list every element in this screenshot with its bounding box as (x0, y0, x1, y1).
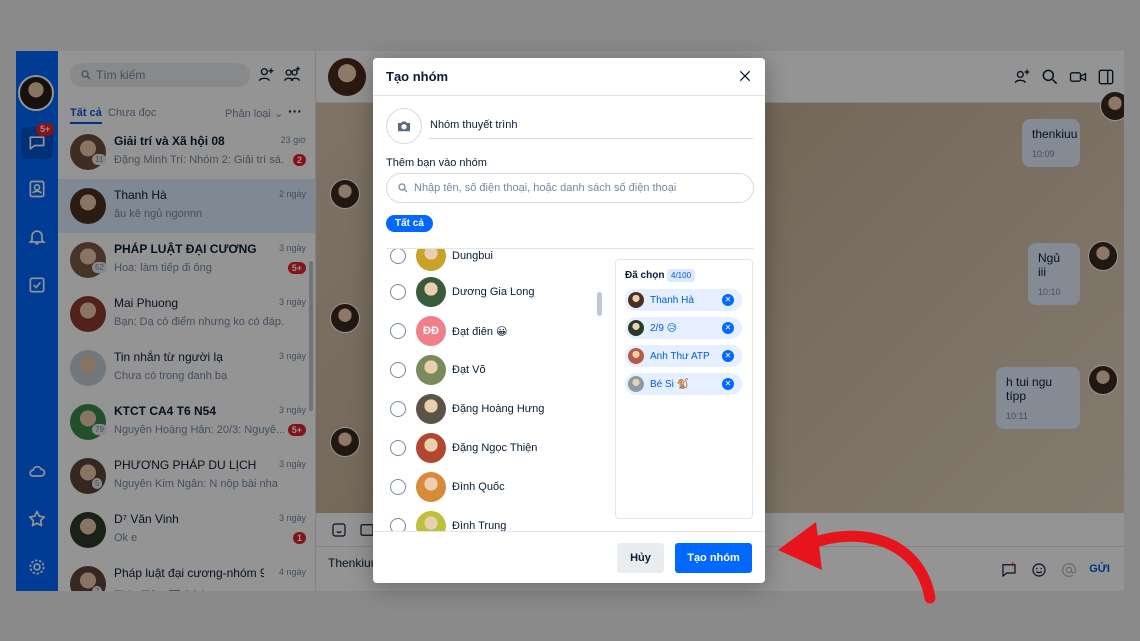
select-radio[interactable] (390, 401, 406, 417)
friend-avatar (416, 472, 446, 502)
cancel-button[interactable]: Hủy (617, 543, 664, 573)
selected-member-name: Anh Thư ATP (650, 350, 710, 362)
friend-row[interactable]: Đình Trung (386, 509, 606, 531)
friend-avatar (416, 394, 446, 424)
friend-avatar (416, 355, 446, 385)
friend-name: Đình Trung (452, 520, 507, 531)
select-radio[interactable] (390, 323, 406, 339)
search-icon (398, 183, 408, 193)
selected-title: Đã chọn (625, 270, 665, 281)
friend-name: Đặng Hoàng Hưng (452, 403, 545, 415)
friend-name: Đặng Ngọc Thiện (452, 442, 538, 454)
dialog-title: Tạo nhóm (386, 69, 449, 84)
camera-icon (398, 121, 410, 132)
group-name-input[interactable]: Nhóm thuyết trình (429, 117, 753, 139)
group-avatar-button[interactable] (386, 108, 422, 144)
create-group-button[interactable]: Tạo nhóm (675, 543, 752, 573)
friend-row[interactable]: Dungbui (386, 249, 606, 273)
select-radio[interactable] (390, 479, 406, 495)
select-radio[interactable] (390, 284, 406, 300)
friend-row[interactable]: ĐĐ Đạt điên 😀 (386, 314, 606, 348)
selected-member-chip[interactable]: Anh Thư ATP ✕ (625, 345, 742, 367)
friend-name: Dungbui (452, 250, 493, 262)
selected-member-avatar (628, 376, 644, 392)
friend-avatar (416, 277, 446, 307)
add-members-label: Thêm bạn vào nhóm (386, 157, 487, 169)
friend-row[interactable]: Đạt Võ (386, 353, 606, 387)
select-radio[interactable] (390, 440, 406, 456)
friend-avatar (416, 511, 446, 531)
friend-name: Đạt điên 😀 (452, 325, 508, 338)
close-icon[interactable] (737, 68, 753, 84)
friend-avatar (416, 433, 446, 463)
friend-name: Đạt Võ (452, 364, 486, 376)
dialog-footer: Hủy Tạo nhóm (373, 531, 765, 583)
friend-list: Dungbui Dương Gia Long ĐĐ Đạt điên 😀 Đạt Võ Đ… (386, 249, 606, 531)
friend-search-input[interactable]: Nhập tên, số điện thoại, hoặc danh sách … (386, 173, 754, 203)
remove-member-icon[interactable]: ✕ (722, 378, 734, 390)
friend-initials: ĐĐ (423, 325, 439, 337)
friend-name: Dương Gia Long (452, 286, 535, 298)
friend-row[interactable]: Dương Gia Long (386, 275, 606, 309)
selected-members-panel: Đã chọn 4/100 Thanh Hà ✕ 2/9 😥 ✕ Anh Thư ATP… (615, 259, 753, 519)
selected-member-avatar (628, 348, 644, 364)
friend-row[interactable]: Đình Quốc (386, 470, 606, 504)
friend-avatar (416, 249, 446, 271)
remove-member-icon[interactable]: ✕ (722, 350, 734, 362)
selected-count: 4/100 (667, 269, 696, 282)
selected-member-chip[interactable]: 2/9 😥 ✕ (625, 317, 742, 339)
select-radio[interactable] (390, 362, 406, 378)
remove-member-icon[interactable]: ✕ (722, 294, 734, 306)
friend-avatar: ĐĐ (416, 316, 446, 346)
dialog-header: Tạo nhóm (373, 58, 765, 96)
friend-name: Đình Quốc (452, 481, 505, 493)
selected-member-name: Thanh Hà (650, 294, 694, 306)
select-radio[interactable] (390, 249, 406, 264)
selected-member-avatar (628, 320, 644, 336)
select-radio[interactable] (390, 518, 406, 531)
annotation-arrow-icon (778, 522, 936, 604)
selected-member-name: Bé Si 🐒 (650, 378, 690, 390)
friend-search-placeholder: Nhập tên, số điện thoại, hoặc danh sách … (414, 182, 677, 194)
remove-member-icon[interactable]: ✕ (722, 322, 734, 334)
friend-row[interactable]: Đặng Hoàng Hưng (386, 392, 606, 426)
selected-member-avatar (628, 292, 644, 308)
filter-chip-all[interactable]: Tất cả (386, 215, 433, 232)
friend-list-scrollbar[interactable] (597, 292, 602, 316)
friend-row[interactable]: Đặng Ngọc Thiện (386, 431, 606, 465)
create-group-dialog: Tạo nhóm Nhóm thuyết trình Thêm bạn vào … (373, 58, 765, 583)
selected-member-name: 2/9 😥 (650, 322, 678, 334)
selected-member-chip[interactable]: Bé Si 🐒 ✕ (625, 373, 742, 395)
selected-member-chip[interactable]: Thanh Hà ✕ (625, 289, 742, 311)
